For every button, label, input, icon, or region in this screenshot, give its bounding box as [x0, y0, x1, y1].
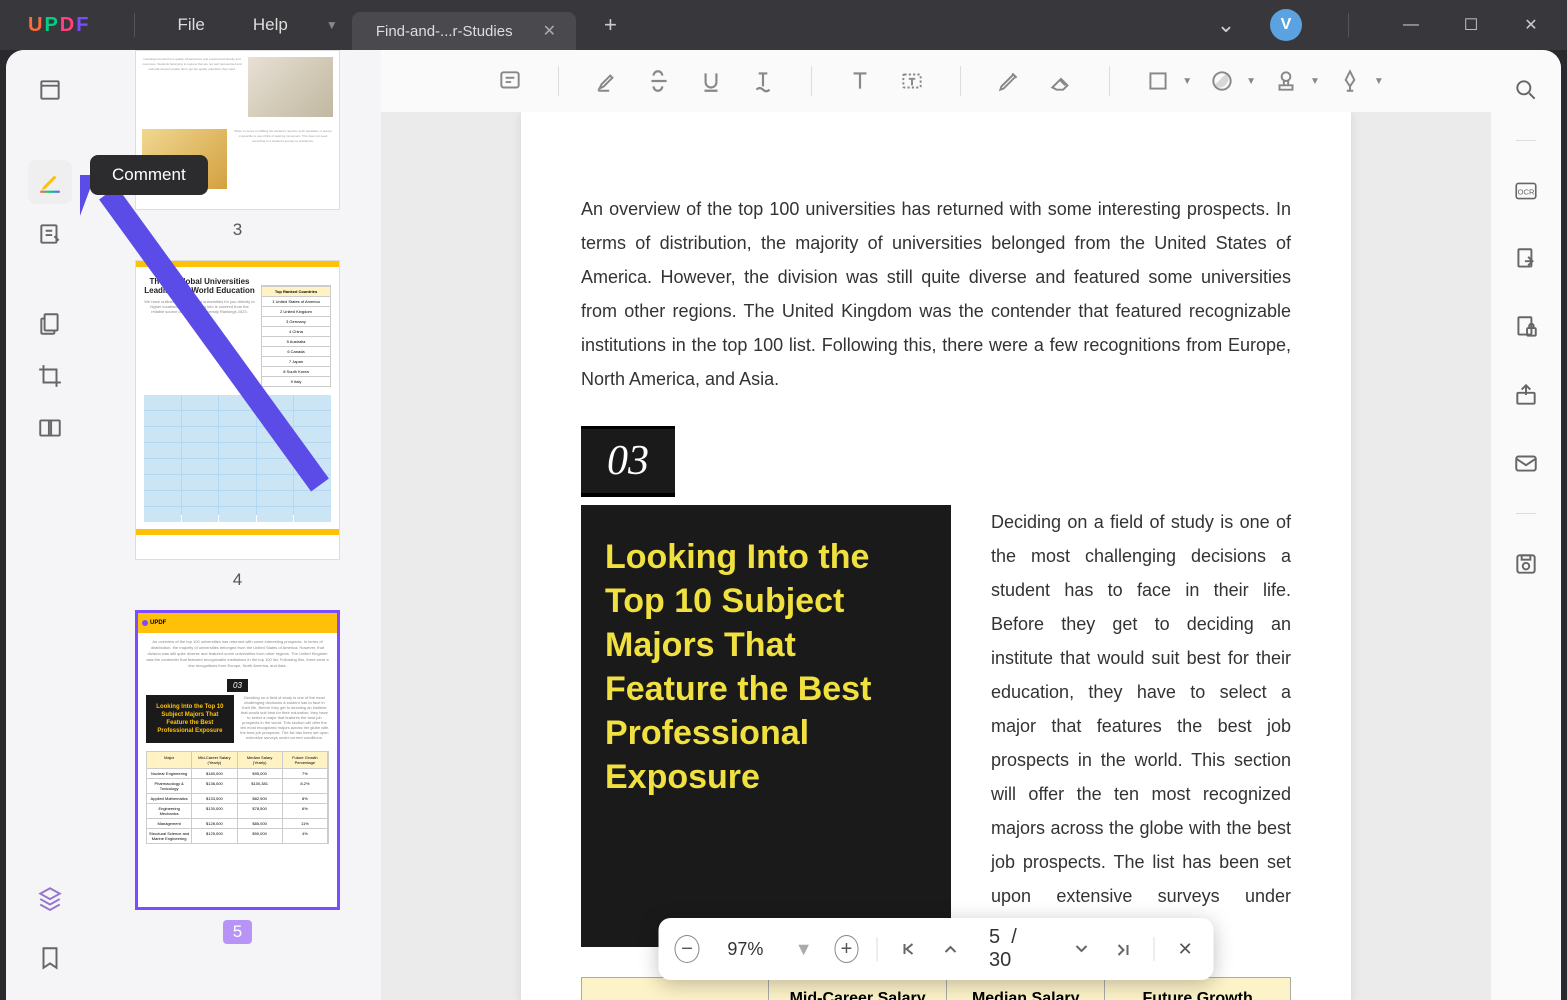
user-avatar[interactable]: V: [1270, 9, 1302, 41]
thumbnail-number: 3: [124, 220, 351, 240]
app-logo: UPDF: [0, 14, 116, 37]
sticker-icon: [1209, 68, 1235, 94]
pages-icon: [37, 311, 63, 337]
layers-button[interactable]: [28, 876, 72, 920]
section-heading: Looking Into the Top 10 Subject Majors T…: [581, 505, 951, 947]
tab-close-icon[interactable]: ✕: [543, 21, 556, 41]
last-page-button[interactable]: [1111, 935, 1136, 963]
eraser-icon: [1048, 68, 1074, 94]
highlighter-icon: [37, 169, 63, 195]
page-indicator[interactable]: 5 / 30: [981, 926, 1051, 972]
note-tool[interactable]: [488, 59, 532, 103]
reader-mode-button[interactable]: [28, 68, 72, 112]
share-button[interactable]: [1508, 377, 1544, 413]
prev-page-button[interactable]: [938, 935, 963, 963]
export-icon: [1513, 246, 1539, 272]
ocr-button[interactable]: OCR: [1508, 173, 1544, 209]
compare-button[interactable]: [28, 406, 72, 450]
intro-paragraph: An overview of the top 100 universities …: [581, 192, 1291, 396]
close-pagecontrol-button[interactable]: ✕: [1173, 935, 1198, 963]
majors-table: Major Mid-Career Salary (Yearly) Median …: [581, 977, 1291, 1000]
menu-file[interactable]: File: [153, 15, 228, 35]
bookmark-button[interactable]: [28, 936, 72, 980]
export-button[interactable]: [1508, 241, 1544, 277]
pencil-icon: [996, 68, 1022, 94]
thumbnail-page-4[interactable]: The 10 Global Universities Leading the W…: [135, 260, 340, 560]
eraser-tool[interactable]: [1039, 59, 1083, 103]
shape-tool[interactable]: ▼: [1136, 59, 1192, 103]
crop-button[interactable]: [28, 354, 72, 398]
strikethrough-tool[interactable]: [637, 59, 681, 103]
underline-icon: [698, 68, 724, 94]
bookmark-icon: [37, 945, 63, 971]
layers-icon: [37, 885, 63, 911]
zoom-level[interactable]: 97%: [717, 939, 773, 960]
zoom-in-button[interactable]: +: [834, 935, 859, 963]
document-tab[interactable]: Find-and-...r-Studies ✕: [352, 12, 576, 50]
thumbnail-number: 4: [124, 570, 351, 590]
strikethrough-icon: [646, 68, 672, 94]
ocr-icon: OCR: [1513, 178, 1539, 204]
rectangle-icon: [1145, 68, 1171, 94]
signature-tool[interactable]: ▼: [1328, 59, 1384, 103]
close-button[interactable]: ✕: [1515, 15, 1547, 35]
minimize-button[interactable]: —: [1395, 16, 1427, 34]
protect-button[interactable]: [1508, 309, 1544, 345]
tab-title: Find-and-...r-Studies: [376, 23, 513, 40]
first-page-button[interactable]: [896, 935, 921, 963]
text-tool[interactable]: [838, 59, 882, 103]
section-description: Deciding on a field of study is one of t…: [991, 505, 1291, 947]
save-button[interactable]: [1508, 546, 1544, 582]
comment-tooltip: Comment: [90, 155, 208, 195]
annotation-toolbar: ▼ ▼ ▼ ▼: [381, 50, 1491, 112]
textbox-tool[interactable]: [890, 59, 934, 103]
thumbnail-number: 5: [223, 920, 252, 944]
thumbnail-page-5[interactable]: UPDF An overview of the top 100 universi…: [135, 610, 340, 910]
pencil-tool[interactable]: [987, 59, 1031, 103]
text-icon: [847, 68, 873, 94]
search-icon: [1513, 77, 1539, 103]
note-icon: [497, 68, 523, 94]
squiggly-icon: [750, 68, 776, 94]
search-button[interactable]: [1508, 72, 1544, 108]
mail-icon: [1513, 450, 1539, 476]
zoom-dropdown[interactable]: ▼: [791, 935, 816, 963]
stamp-tool[interactable]: ▼: [1264, 59, 1320, 103]
squiggly-tool[interactable]: [741, 59, 785, 103]
save-icon: [1513, 551, 1539, 577]
comment-mode-button[interactable]: [28, 160, 72, 204]
stamp-icon: [1273, 68, 1299, 94]
tab-list-dropdown[interactable]: ▼: [312, 18, 352, 32]
textbox-icon: [899, 68, 925, 94]
pen-icon: [1337, 68, 1363, 94]
edit-icon: [37, 221, 63, 247]
zoom-out-button[interactable]: −: [675, 935, 700, 963]
page-control-bar: − 97% ▼ + 5 / 30 ✕: [659, 918, 1214, 980]
edit-mode-button[interactable]: [28, 212, 72, 256]
maximize-button[interactable]: ☐: [1455, 15, 1487, 35]
underline-tool[interactable]: [689, 59, 733, 103]
menu-help[interactable]: Help: [229, 15, 312, 35]
sticker-tool[interactable]: ▼: [1200, 59, 1256, 103]
share-icon: [1513, 382, 1539, 408]
chevron-down-icon[interactable]: ⌄: [1210, 12, 1242, 38]
new-tab-button[interactable]: +: [576, 12, 645, 38]
highlight-tool[interactable]: [585, 59, 629, 103]
section-number: 03: [581, 429, 675, 493]
svg-text:OCR: OCR: [1518, 187, 1535, 196]
compare-icon: [37, 415, 63, 441]
next-page-button[interactable]: [1069, 935, 1094, 963]
organize-pages-button[interactable]: [28, 302, 72, 346]
lock-file-icon: [1513, 314, 1539, 340]
book-icon: [37, 77, 63, 103]
document-page: An overview of the top 100 universities …: [521, 112, 1351, 1000]
email-button[interactable]: [1508, 445, 1544, 481]
highlight-icon: [594, 68, 620, 94]
crop-icon: [37, 363, 63, 389]
